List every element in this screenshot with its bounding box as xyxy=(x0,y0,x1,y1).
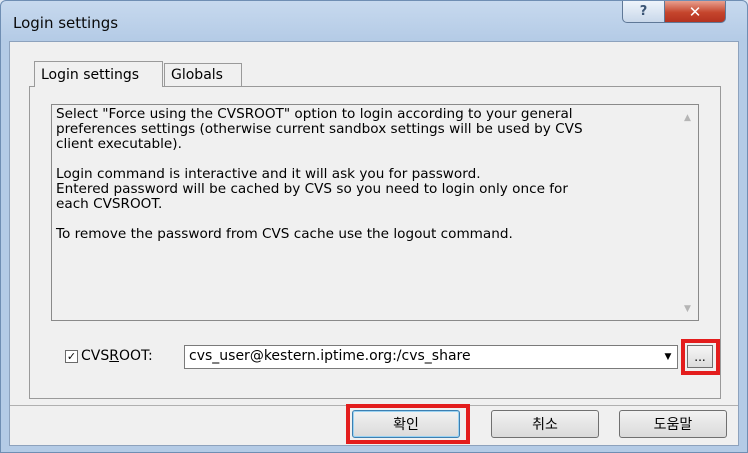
info-textbox: Select "Force using the CVSROOT" option … xyxy=(51,104,699,321)
cvsroot-label: CVSROOT: xyxy=(81,348,153,364)
cvsroot-combobox[interactable]: cvs_user@kestern.iptime.org:/cvs_share ▼ xyxy=(184,345,678,369)
close-icon[interactable]: ✕ xyxy=(664,1,726,23)
scroll-up-icon[interactable]: ▲ xyxy=(684,113,691,123)
ok-button[interactable]: 확인 xyxy=(352,410,460,438)
scroll-down-icon[interactable]: ▼ xyxy=(684,304,691,314)
window-title: Login settings xyxy=(13,14,119,32)
login-settings-dialog: Login settings ? ✕ Login settings Global… xyxy=(0,0,748,453)
cvsroot-row: ✓ CVSROOT: cvs_user@kestern.iptime.org:/… xyxy=(30,339,720,375)
tab-login-settings[interactable]: Login settings xyxy=(34,61,163,87)
cancel-button[interactable]: 취소 xyxy=(491,410,599,438)
info-scrollbar[interactable]: ▲ ▼ xyxy=(680,105,698,320)
browse-button[interactable]: ... xyxy=(687,345,713,368)
cvsroot-checkbox[interactable]: ✓ xyxy=(65,350,78,363)
chevron-down-icon[interactable]: ▼ xyxy=(659,346,677,368)
login-settings-panel: Select "Force using the CVSROOT" option … xyxy=(29,86,721,399)
help-button[interactable]: 도움말 xyxy=(619,410,727,438)
divider xyxy=(10,405,738,406)
cvsroot-value: cvs_user@kestern.iptime.org:/cvs_share xyxy=(189,348,471,364)
dialog-body: Login settings Globals Select "Force usi… xyxy=(9,41,739,446)
title-bar[interactable]: Login settings ? ✕ xyxy=(1,1,747,41)
info-text: Select "Force using the CVSROOT" option … xyxy=(56,106,583,242)
help-icon[interactable]: ? xyxy=(622,1,665,23)
tab-globals[interactable]: Globals xyxy=(164,63,242,86)
